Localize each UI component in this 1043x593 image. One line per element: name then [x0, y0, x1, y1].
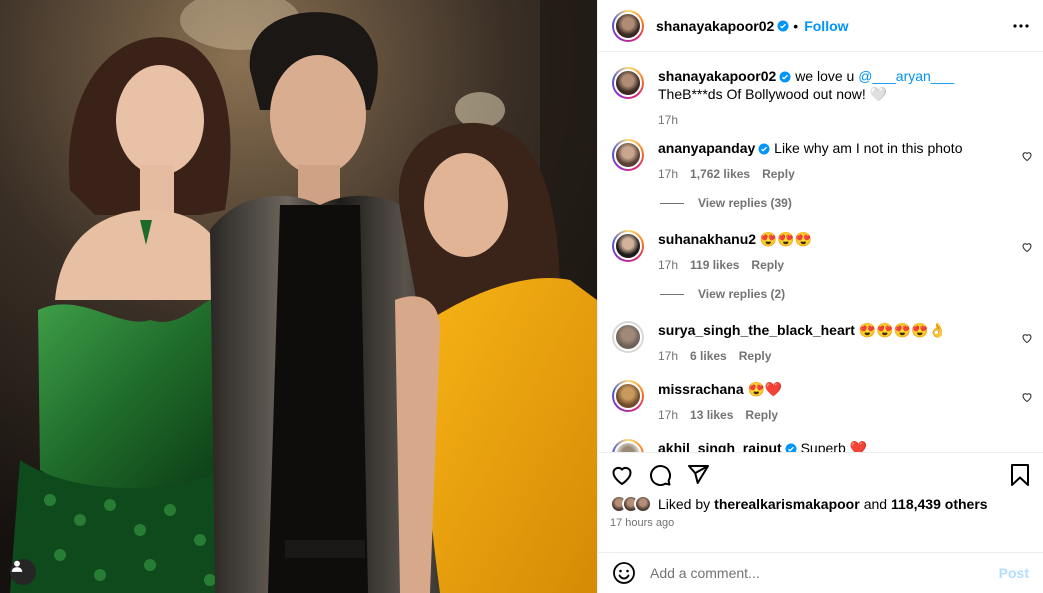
post-button[interactable]: Post [999, 565, 1029, 581]
comment-text: Like why am I not in this photo [774, 140, 963, 156]
comment-heart-icon[interactable] [1021, 390, 1033, 406]
save-icon[interactable] [1009, 463, 1031, 487]
comment-icon[interactable] [648, 463, 672, 487]
verified-badge-icon [758, 143, 770, 155]
dot-separator: • [793, 17, 799, 34]
avatar[interactable] [612, 439, 644, 452]
avatar[interactable] [612, 380, 644, 412]
author-username[interactable]: shanayakapoor02 [656, 18, 774, 34]
post-header: shanayakapoor02 • Follow [598, 0, 1043, 52]
avatar[interactable] [612, 139, 644, 171]
view-replies-button[interactable]: View replies (2) [660, 287, 785, 301]
share-icon[interactable] [686, 463, 710, 487]
comment-heart-icon[interactable] [1021, 149, 1033, 165]
comment-item: missrachana 😍❤️ 17h 13 likes Reply [598, 380, 1043, 424]
likes-count[interactable]: 118,439 others [891, 496, 988, 512]
avatar[interactable] [612, 321, 644, 353]
view-replies-label[interactable]: View replies (39) [698, 196, 792, 210]
post-time[interactable]: 17 hours ago [610, 517, 1031, 529]
reply-button[interactable]: Reply [745, 406, 778, 424]
caption-mention[interactable]: @___aryan___ [858, 68, 954, 84]
comment-item: akhil_singh_rajput Superb ❤️ [598, 439, 1043, 452]
reply-button[interactable]: Reply [762, 165, 795, 183]
comment-username[interactable]: ananyapanday [658, 140, 755, 156]
avatar[interactable] [612, 230, 644, 262]
liked-by-user[interactable]: therealkarismakapoor [714, 496, 860, 512]
comment-time: 17h [658, 258, 679, 272]
comment-input[interactable] [650, 565, 999, 581]
follow-button[interactable]: Follow [804, 18, 848, 34]
liked-by-and: and [863, 496, 888, 512]
avatar[interactable] [612, 67, 644, 99]
heart-icon[interactable] [610, 463, 634, 487]
likes-summary: Liked by therealkarismakapoor and 118,43… [610, 495, 1031, 513]
more-icon[interactable] [1013, 23, 1029, 28]
comment-username[interactable]: suhanakhanu2 [658, 231, 756, 247]
comment-text: 😍😍😍 [759, 231, 813, 247]
comment-likes[interactable]: 1,762 likes [690, 165, 750, 183]
view-replies-label[interactable]: View replies (2) [698, 287, 785, 301]
photo-illustration [0, 0, 597, 593]
comment-time: 17h [658, 349, 679, 363]
comment-heart-icon[interactable] [1021, 331, 1033, 347]
reply-button[interactable]: Reply [751, 256, 784, 274]
comment-text: 😍😍😍😍👌 [858, 322, 946, 338]
comment-likes[interactable]: 119 likes [690, 256, 739, 274]
liker-avatars [610, 495, 652, 513]
caption-time: 17h [658, 113, 679, 127]
caption-text: we love u [795, 68, 855, 84]
emoji-icon[interactable] [612, 561, 636, 585]
verified-badge-icon [785, 443, 797, 452]
comment-item: surya_singh_the_black_heart 😍😍😍😍👌 17h 6 … [598, 321, 1043, 365]
view-replies-button[interactable]: View replies (39) [660, 196, 792, 210]
author-username[interactable]: shanayakapoor02 [658, 68, 776, 84]
comment-time: 17h [658, 167, 679, 181]
comment-item: suhanakhanu2 😍😍😍 17h 119 likes Reply [598, 230, 1043, 274]
comments-list[interactable]: shanayakapoor02 we love u @___aryan___ T… [598, 53, 1043, 452]
post-side-panel: shanayakapoor02 • Follow shanayakapoor02… [597, 0, 1043, 593]
add-comment-bar: Post [598, 552, 1043, 593]
reply-button[interactable]: Reply [739, 347, 772, 365]
comment-username[interactable]: akhil_singh_rajput [658, 440, 782, 452]
comment-username[interactable]: missrachana [658, 381, 744, 397]
replies-line [660, 293, 684, 295]
post-actions: Liked by therealkarismakapoor and 118,43… [598, 452, 1043, 544]
verified-badge-icon [779, 71, 791, 83]
caption: shanayakapoor02 we love u @___aryan___ T… [598, 67, 1043, 129]
comment-text: Superb ❤️ [800, 440, 868, 452]
replies-line [660, 202, 684, 204]
verified-badge-icon [777, 20, 789, 32]
comment-likes[interactable]: 13 likes [690, 406, 733, 424]
comment-heart-icon[interactable] [1021, 240, 1033, 256]
tag-user-icon[interactable] [10, 559, 36, 585]
comment-time: 17h [658, 408, 679, 422]
comment-username[interactable]: surya_singh_the_black_heart [658, 322, 855, 338]
comment-item: ananyapanday Like why am I not in this p… [598, 139, 1043, 183]
post-dialog: shanayakapoor02 • Follow shanayakapoor02… [0, 0, 1043, 593]
comment-text: 😍❤️ [747, 381, 783, 397]
post-photo[interactable] [0, 0, 597, 593]
comment-likes[interactable]: 6 likes [690, 347, 727, 365]
avatar[interactable] [612, 9, 644, 42]
liked-by-prefix: Liked by [658, 496, 711, 512]
caption-text: TheB***ds Of Bollywood out now! 🤍 [658, 86, 888, 102]
